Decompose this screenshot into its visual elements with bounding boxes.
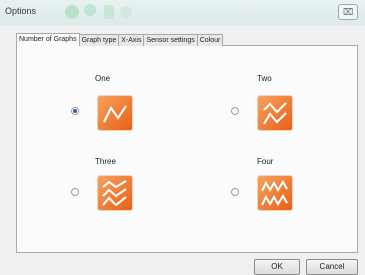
option-three-radio[interactable] xyxy=(71,188,79,196)
option-three-label: Three xyxy=(95,157,116,166)
title-bar: Options ⌧ xyxy=(0,0,365,26)
close-button[interactable]: ⌧ xyxy=(338,4,358,20)
radio-selected-dot xyxy=(73,109,77,113)
four-graphs-icon[interactable] xyxy=(258,176,292,210)
number-of-graphs-panel: One Two Three Four xyxy=(16,45,358,253)
option-two-label: Two xyxy=(257,74,272,83)
single-graph-icon[interactable] xyxy=(98,96,132,130)
graph-line-icon xyxy=(103,105,127,123)
tab-strip: Number of Graphs Graph type X-Axis Senso… xyxy=(16,33,224,46)
option-one-radio[interactable] xyxy=(71,107,79,115)
graph-lines-icon xyxy=(102,180,127,207)
title-decoration xyxy=(65,4,132,19)
tab-colour[interactable]: Colour xyxy=(196,34,224,46)
cancel-button[interactable]: Cancel xyxy=(306,259,358,275)
option-one-label: One xyxy=(95,74,111,83)
tab-number-of-graphs[interactable]: Number of Graphs xyxy=(16,33,80,46)
window-title: Options xyxy=(5,6,37,16)
option-four-radio[interactable] xyxy=(231,188,239,196)
two-graphs-icon[interactable] xyxy=(258,96,292,130)
option-four-label: Four xyxy=(257,157,274,166)
three-graphs-icon[interactable] xyxy=(98,176,132,210)
tab-graph-type[interactable]: Graph type xyxy=(78,34,120,46)
close-icon: ⌧ xyxy=(342,7,354,17)
ok-button[interactable]: OK xyxy=(254,259,300,275)
tab-x-axis[interactable]: X-Axis xyxy=(118,34,145,46)
option-two-radio[interactable] xyxy=(231,107,239,115)
tab-sensor-settings[interactable]: Sensor settings xyxy=(143,34,198,46)
graph-lines-icon xyxy=(263,102,287,125)
graph-lines-icon xyxy=(261,180,288,207)
